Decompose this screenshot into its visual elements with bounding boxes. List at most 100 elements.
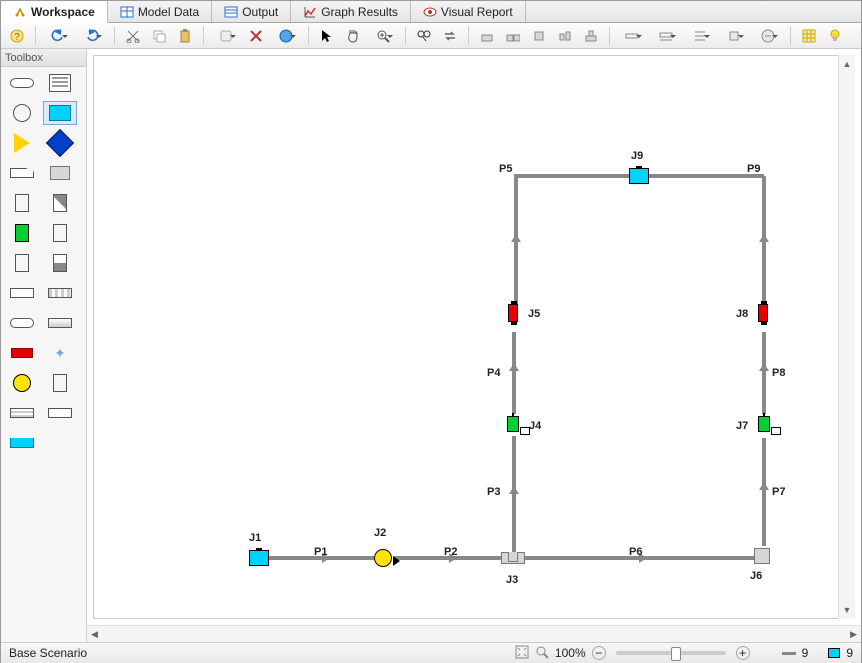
svg-text:?: ? — [14, 32, 20, 43]
view-tabs: WorkspaceModel DataOutputGraph ResultsVi… — [1, 1, 861, 23]
cut-icon[interactable] — [123, 26, 143, 46]
label-j8: J8 — [736, 308, 748, 320]
junction-J2[interactable] — [374, 549, 392, 567]
tool-valve-5[interactable] — [43, 371, 77, 395]
tool-check-valve[interactable] — [5, 341, 39, 365]
tool-pipe[interactable] — [5, 71, 39, 95]
pipe-arrow-P5 — [511, 234, 521, 242]
tool-tee-elbow[interactable] — [43, 161, 77, 185]
pipe-P3 — [512, 436, 516, 556]
workspace-canvas[interactable]: P1P2P3P4P5P6P7P8P9J1J2J3J4J5J6J7J8J9 — [93, 55, 855, 619]
duplicate-icon[interactable] — [212, 26, 240, 46]
zoom-out-icon[interactable]: − — [592, 646, 606, 660]
tool-screen[interactable] — [5, 401, 39, 425]
build3-icon[interactable] — [529, 26, 549, 46]
tool-annotation[interactable] — [43, 71, 77, 95]
tool-valve-4[interactable] — [43, 251, 77, 275]
label-j1: J1 — [249, 532, 261, 544]
world-icon[interactable] — [272, 26, 300, 46]
tab-output[interactable]: Output — [212, 1, 291, 22]
zoom-in-icon[interactable]: + — [736, 646, 750, 660]
tab-workspace[interactable]: Workspace — [1, 1, 108, 23]
tool-assigned-flow[interactable] — [5, 131, 39, 155]
build5-icon[interactable] — [581, 26, 601, 46]
junction-J3[interactable] — [501, 552, 525, 564]
anchor5-icon[interactable] — [754, 26, 782, 46]
build2-icon[interactable] — [503, 26, 523, 46]
tab-graph-results[interactable]: Graph Results — [291, 1, 411, 22]
tab-visual-report[interactable]: Visual Report — [411, 1, 526, 22]
junction-count: 9 — [846, 646, 853, 660]
anchor3-icon[interactable] — [686, 26, 714, 46]
junction-J1[interactable] — [249, 550, 269, 566]
junction-J6[interactable] — [754, 548, 770, 564]
pipe-arrow-P7 — [759, 482, 769, 490]
tool-exchanger-4[interactable] — [43, 311, 77, 335]
anchor4-icon[interactable] — [720, 26, 748, 46]
swap-icon[interactable] — [440, 26, 460, 46]
tool-spray[interactable]: ✦ — [43, 341, 77, 365]
copy-icon[interactable] — [149, 26, 169, 46]
scroll-right-icon[interactable]: ▶ — [850, 629, 857, 640]
scroll-up-icon[interactable]: ▲ — [843, 59, 852, 69]
toolbox-title: Toolbox — [1, 49, 86, 67]
pipe-arrow-P3 — [509, 486, 519, 494]
scroll-down-icon[interactable]: ▼ — [843, 605, 852, 615]
label-p6: P6 — [629, 546, 642, 558]
canvas-horizontal-scrollbar[interactable]: ◀ ▶ — [87, 625, 861, 642]
pipe-arrow-P8 — [759, 363, 769, 371]
tool-exchanger-3[interactable] — [5, 311, 39, 335]
tool-assigned-pressure[interactable] — [43, 131, 77, 155]
tool-control-valve[interactable] — [5, 221, 39, 245]
canvas-vertical-scrollbar[interactable]: ▲ ▼ — [838, 55, 855, 619]
pipe-P5 — [514, 176, 518, 311]
fit-icon[interactable] — [515, 645, 529, 662]
junction-J9[interactable] — [629, 168, 649, 184]
tool-exchanger-1[interactable] — [5, 281, 39, 305]
tool-valve-1[interactable] — [5, 191, 39, 215]
pan-tool-icon[interactable] — [343, 26, 363, 46]
tool-branch[interactable] — [5, 161, 39, 185]
label-p7: P7 — [772, 486, 785, 498]
grid-icon[interactable] — [799, 26, 819, 46]
zoom-slider[interactable] — [616, 651, 726, 655]
pipe-P9 — [762, 176, 766, 311]
tool-open-tank[interactable] — [5, 431, 39, 455]
redo-button[interactable] — [78, 26, 106, 46]
label-j6: J6 — [750, 570, 762, 582]
junction-J4[interactable] — [507, 416, 519, 432]
label-p4: P4 — [487, 367, 500, 379]
label-p8: P8 — [772, 367, 785, 379]
pipe-count-icon — [782, 652, 796, 655]
help-icon[interactable]: ? — [7, 26, 27, 46]
anchor1-icon[interactable] — [618, 26, 646, 46]
label-p3: P3 — [487, 486, 500, 498]
label-p5: P5 — [499, 163, 512, 175]
tab-model-data[interactable]: Model Data — [108, 1, 212, 22]
find-icon[interactable] — [414, 26, 434, 46]
delete-icon[interactable] — [246, 26, 266, 46]
build4-icon[interactable] — [555, 26, 575, 46]
tool-node[interactable] — [5, 101, 39, 125]
tool-reservoir[interactable] — [43, 101, 77, 125]
undo-button[interactable] — [44, 26, 72, 46]
build1-icon[interactable] — [477, 26, 497, 46]
tool-valve-2[interactable] — [43, 191, 77, 215]
zoom-magnify-icon[interactable] — [535, 645, 549, 662]
junction-J8[interactable] — [758, 304, 768, 322]
tool-relief-valve[interactable] — [5, 251, 39, 275]
pointer-tool-icon[interactable] — [317, 26, 337, 46]
anchor2-icon[interactable] — [652, 26, 680, 46]
scenario-label: Base Scenario — [9, 646, 87, 660]
tool-orifice[interactable] — [43, 401, 77, 425]
tool-exchanger-2[interactable] — [43, 281, 77, 305]
tool-valve-3[interactable] — [43, 221, 77, 245]
junction-J5[interactable] — [508, 304, 518, 322]
zoom-tool-icon[interactable] — [369, 26, 397, 46]
scroll-left-icon[interactable]: ◀ — [91, 629, 98, 640]
paste-icon[interactable] — [175, 26, 195, 46]
lightbulb-icon[interactable] — [825, 26, 845, 46]
tool-pump[interactable] — [5, 371, 39, 395]
label-p2: P2 — [444, 546, 457, 558]
junction-J7[interactable] — [758, 416, 770, 432]
